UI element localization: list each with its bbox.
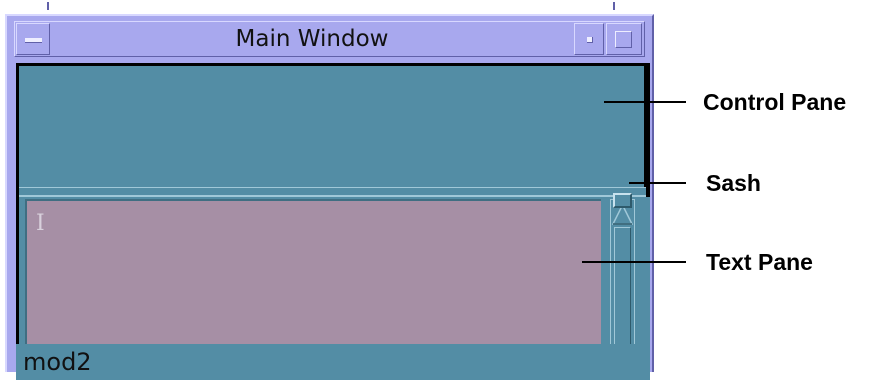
client-area: I <box>16 63 650 364</box>
maximize-square-icon <box>615 31 632 48</box>
sash-callout: Sash <box>706 170 761 196</box>
window-menu-dash-icon <box>25 38 42 43</box>
minimize-dot-icon <box>587 37 593 43</box>
sash-separator <box>19 187 646 197</box>
vertical-scrollbar[interactable] <box>610 199 635 364</box>
text-pane[interactable]: I <box>25 199 601 363</box>
maximize-button[interactable] <box>606 23 642 55</box>
text-pane-frame: I <box>19 197 650 364</box>
minimize-button[interactable] <box>574 23 604 55</box>
window-title: Main Window <box>235 26 389 52</box>
window-menu-button[interactable] <box>16 23 50 55</box>
status-bar: mod2 <box>16 344 650 380</box>
sash-leader-line <box>629 182 686 184</box>
resize-handle-top-left[interactable] <box>47 2 49 10</box>
control-pane-leader-line <box>604 101 686 103</box>
text-cursor-icon: I <box>36 211 45 236</box>
scroll-trough[interactable] <box>614 227 631 357</box>
control-pane[interactable] <box>19 66 644 187</box>
control-pane-callout: Control Pane <box>703 89 847 115</box>
resize-handle-top-right[interactable] <box>613 2 615 10</box>
main-window: Main Window I mod2 <box>5 2 654 380</box>
text-pane-leader-line <box>582 261 686 263</box>
sash-handle[interactable] <box>613 193 632 208</box>
title-bar[interactable]: Main Window <box>14 21 645 57</box>
text-pane-callout: Text Pane <box>706 249 813 275</box>
